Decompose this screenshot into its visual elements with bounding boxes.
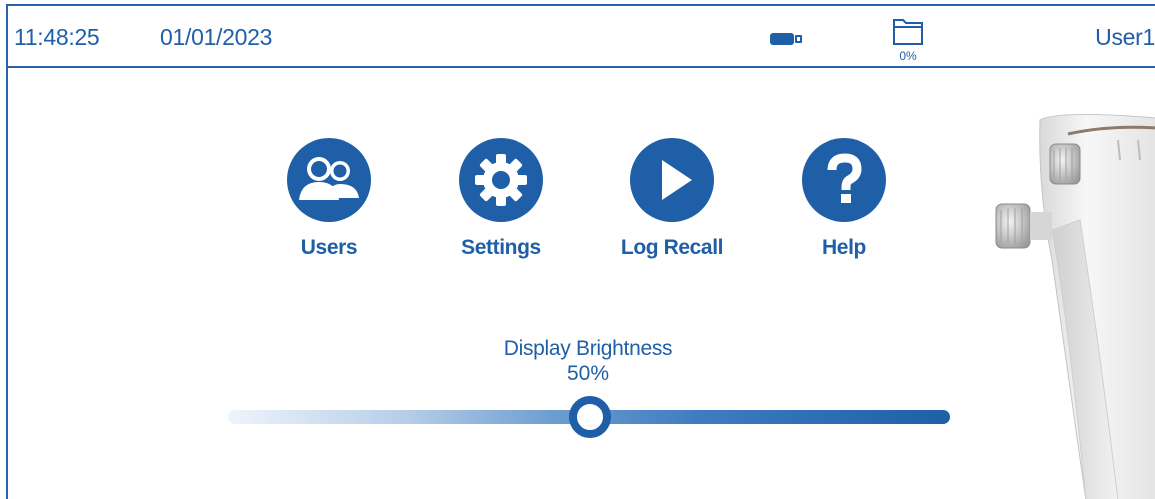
brightness-title: Display Brightness [503,337,673,360]
clock-date: 01/01/2023 [160,24,273,50]
users-label: Users [300,236,358,259]
status-bar: 11:48:25 01/01/2023 0% User1 [8,6,1155,68]
play-icon [630,138,714,222]
brightness-slider[interactable] [228,392,952,442]
gear-icon [459,138,543,222]
log-recall-label: Log Recall [620,236,724,259]
clock-time: 11:48:25 [14,24,100,50]
brightness-value: 50% [566,362,610,385]
question-icon [802,138,886,222]
device-screen: 11:48:25 01/01/2023 0% User1 Users Setti… [6,4,1155,499]
storage-indicator: 0% [888,16,928,66]
battery-icon [770,33,804,45]
help-label: Help [822,236,866,259]
users-icon [287,138,371,222]
settings-button[interactable]: Settings [426,138,576,268]
current-user[interactable]: User1 [1095,24,1155,51]
users-button[interactable]: Users [254,138,404,268]
folder-icon [893,19,923,45]
device-illustration [995,113,1155,499]
help-button[interactable]: Help [769,138,919,268]
log-recall-button[interactable]: Log Recall [597,138,747,268]
settings-label: Settings [461,236,541,259]
storage-percent: 0% [899,49,917,63]
brightness-slider-thumb[interactable] [569,396,611,438]
